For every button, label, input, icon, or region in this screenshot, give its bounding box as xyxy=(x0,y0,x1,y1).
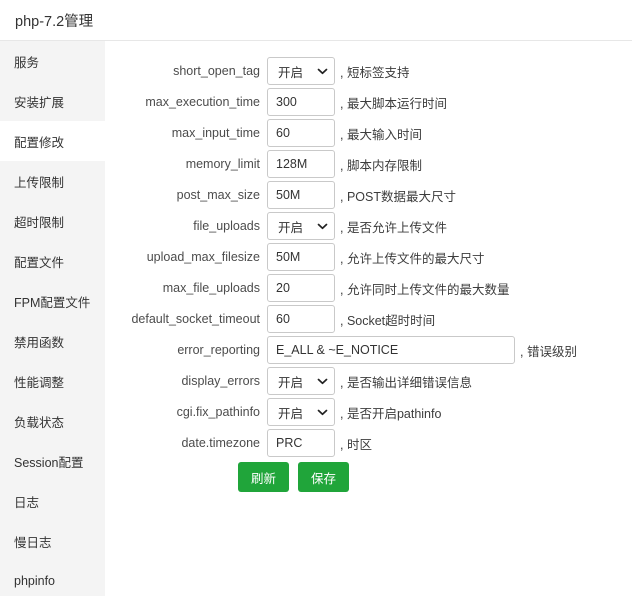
form-row-post-max-size: post_max_size , POST数据最大尺寸 xyxy=(105,181,632,209)
select-value: 开启 xyxy=(278,62,303,81)
field-hint: , 允许同时上传文件的最大数量 xyxy=(340,279,509,298)
sidebar-item-fpm-config-file[interactable]: FPM配置文件 xyxy=(0,281,105,321)
field-hint: , 最大脚本运行时间 xyxy=(340,93,447,112)
max-input-time-input[interactable] xyxy=(267,119,335,147)
action-buttons: 刷新 保存 xyxy=(105,462,632,492)
field-label: max_file_uploads xyxy=(105,281,267,295)
field-label: date.timezone xyxy=(105,436,267,450)
sidebar-item-session-config[interactable]: Session配置 xyxy=(0,441,105,481)
sidebar-item-disabled-functions[interactable]: 禁用函数 xyxy=(0,321,105,361)
form-row-memory-limit: memory_limit , 脚本内存限制 xyxy=(105,150,632,178)
select-value: 开启 xyxy=(278,403,303,422)
upload-max-filesize-input[interactable] xyxy=(267,243,335,271)
main-layout: 服务 安装扩展 配置修改 上传限制 超时限制 配置文件 FPM配置文件 禁用函数… xyxy=(0,41,632,596)
sidebar-item-phpinfo[interactable]: phpinfo xyxy=(0,561,105,596)
page-title: php-7.2管理 xyxy=(15,10,93,31)
display-errors-select[interactable]: 开启 xyxy=(267,367,335,395)
date-timezone-input[interactable] xyxy=(267,429,335,457)
field-hint: , 是否输出详细错误信息 xyxy=(340,372,472,391)
error-reporting-input[interactable] xyxy=(267,336,515,364)
sidebar-item-slow-log[interactable]: 慢日志 xyxy=(0,521,105,561)
field-label: display_errors xyxy=(105,374,267,388)
field-label: memory_limit xyxy=(105,157,267,171)
sidebar: 服务 安装扩展 配置修改 上传限制 超时限制 配置文件 FPM配置文件 禁用函数… xyxy=(0,41,105,596)
config-form: short_open_tag 开启 , 短标签支持 max_execution_… xyxy=(105,41,632,596)
sidebar-item-service[interactable]: 服务 xyxy=(0,41,105,81)
field-label: post_max_size xyxy=(105,188,267,202)
refresh-button[interactable]: 刷新 xyxy=(238,462,289,492)
default-socket-timeout-input[interactable] xyxy=(267,305,335,333)
field-hint: , 错误级别 xyxy=(520,341,577,360)
field-label: max_execution_time xyxy=(105,95,267,109)
sidebar-item-log[interactable]: 日志 xyxy=(0,481,105,521)
select-value: 开启 xyxy=(278,217,303,236)
chevron-down-icon xyxy=(317,378,328,385)
chevron-down-icon xyxy=(317,223,328,230)
form-row-display-errors: display_errors 开启 , 是否输出详细错误信息 xyxy=(105,367,632,395)
window-header: php-7.2管理 xyxy=(0,0,632,41)
field-label: max_input_time xyxy=(105,126,267,140)
field-hint: , Socket超时时间 xyxy=(340,310,435,329)
form-row-max-input-time: max_input_time , 最大输入时间 xyxy=(105,119,632,147)
cgi-fix-pathinfo-select[interactable]: 开启 xyxy=(267,398,335,426)
form-row-error-reporting: error_reporting , 错误级别 xyxy=(105,336,632,364)
field-hint: , 时区 xyxy=(340,434,372,453)
form-row-default-socket-timeout: default_socket_timeout , Socket超时时间 xyxy=(105,305,632,333)
sidebar-item-config-file[interactable]: 配置文件 xyxy=(0,241,105,281)
chevron-down-icon xyxy=(317,68,328,75)
field-label: file_uploads xyxy=(105,219,267,233)
memory-limit-input[interactable] xyxy=(267,150,335,178)
field-hint: , POST数据最大尺寸 xyxy=(340,186,456,205)
sidebar-item-performance-tuning[interactable]: 性能调整 xyxy=(0,361,105,401)
max-execution-time-input[interactable] xyxy=(267,88,335,116)
form-row-file-uploads: file_uploads 开启 , 是否允许上传文件 xyxy=(105,212,632,240)
field-label: upload_max_filesize xyxy=(105,250,267,264)
sidebar-item-config-modify[interactable]: 配置修改 xyxy=(0,121,105,161)
form-row-short-open-tag: short_open_tag 开启 , 短标签支持 xyxy=(105,57,632,85)
field-hint: , 最大输入时间 xyxy=(340,124,422,143)
field-label: default_socket_timeout xyxy=(105,312,267,326)
form-row-date-timezone: date.timezone , 时区 xyxy=(105,429,632,457)
post-max-size-input[interactable] xyxy=(267,181,335,209)
chevron-down-icon xyxy=(317,409,328,416)
sidebar-item-load-status[interactable]: 负载状态 xyxy=(0,401,105,441)
field-hint: , 是否允许上传文件 xyxy=(340,217,447,236)
sidebar-item-install-extensions[interactable]: 安装扩展 xyxy=(0,81,105,121)
field-label: cgi.fix_pathinfo xyxy=(105,405,267,419)
field-hint: , 允许上传文件的最大尺寸 xyxy=(340,248,484,267)
field-label: error_reporting xyxy=(105,343,267,357)
short-open-tag-select[interactable]: 开启 xyxy=(267,57,335,85)
sidebar-item-upload-limit[interactable]: 上传限制 xyxy=(0,161,105,201)
max-file-uploads-input[interactable] xyxy=(267,274,335,302)
form-row-cgi-fix-pathinfo: cgi.fix_pathinfo 开启 , 是否开启pathinfo xyxy=(105,398,632,426)
field-hint: , 短标签支持 xyxy=(340,62,409,81)
field-hint: , 是否开启pathinfo xyxy=(340,403,441,422)
form-row-max-file-uploads: max_file_uploads , 允许同时上传文件的最大数量 xyxy=(105,274,632,302)
form-row-max-execution-time: max_execution_time , 最大脚本运行时间 xyxy=(105,88,632,116)
select-value: 开启 xyxy=(278,372,303,391)
field-hint: , 脚本内存限制 xyxy=(340,155,422,174)
field-label: short_open_tag xyxy=(105,64,267,78)
sidebar-item-timeout-limit[interactable]: 超时限制 xyxy=(0,201,105,241)
file-uploads-select[interactable]: 开启 xyxy=(267,212,335,240)
form-row-upload-max-filesize: upload_max_filesize , 允许上传文件的最大尺寸 xyxy=(105,243,632,271)
save-button[interactable]: 保存 xyxy=(298,462,349,492)
